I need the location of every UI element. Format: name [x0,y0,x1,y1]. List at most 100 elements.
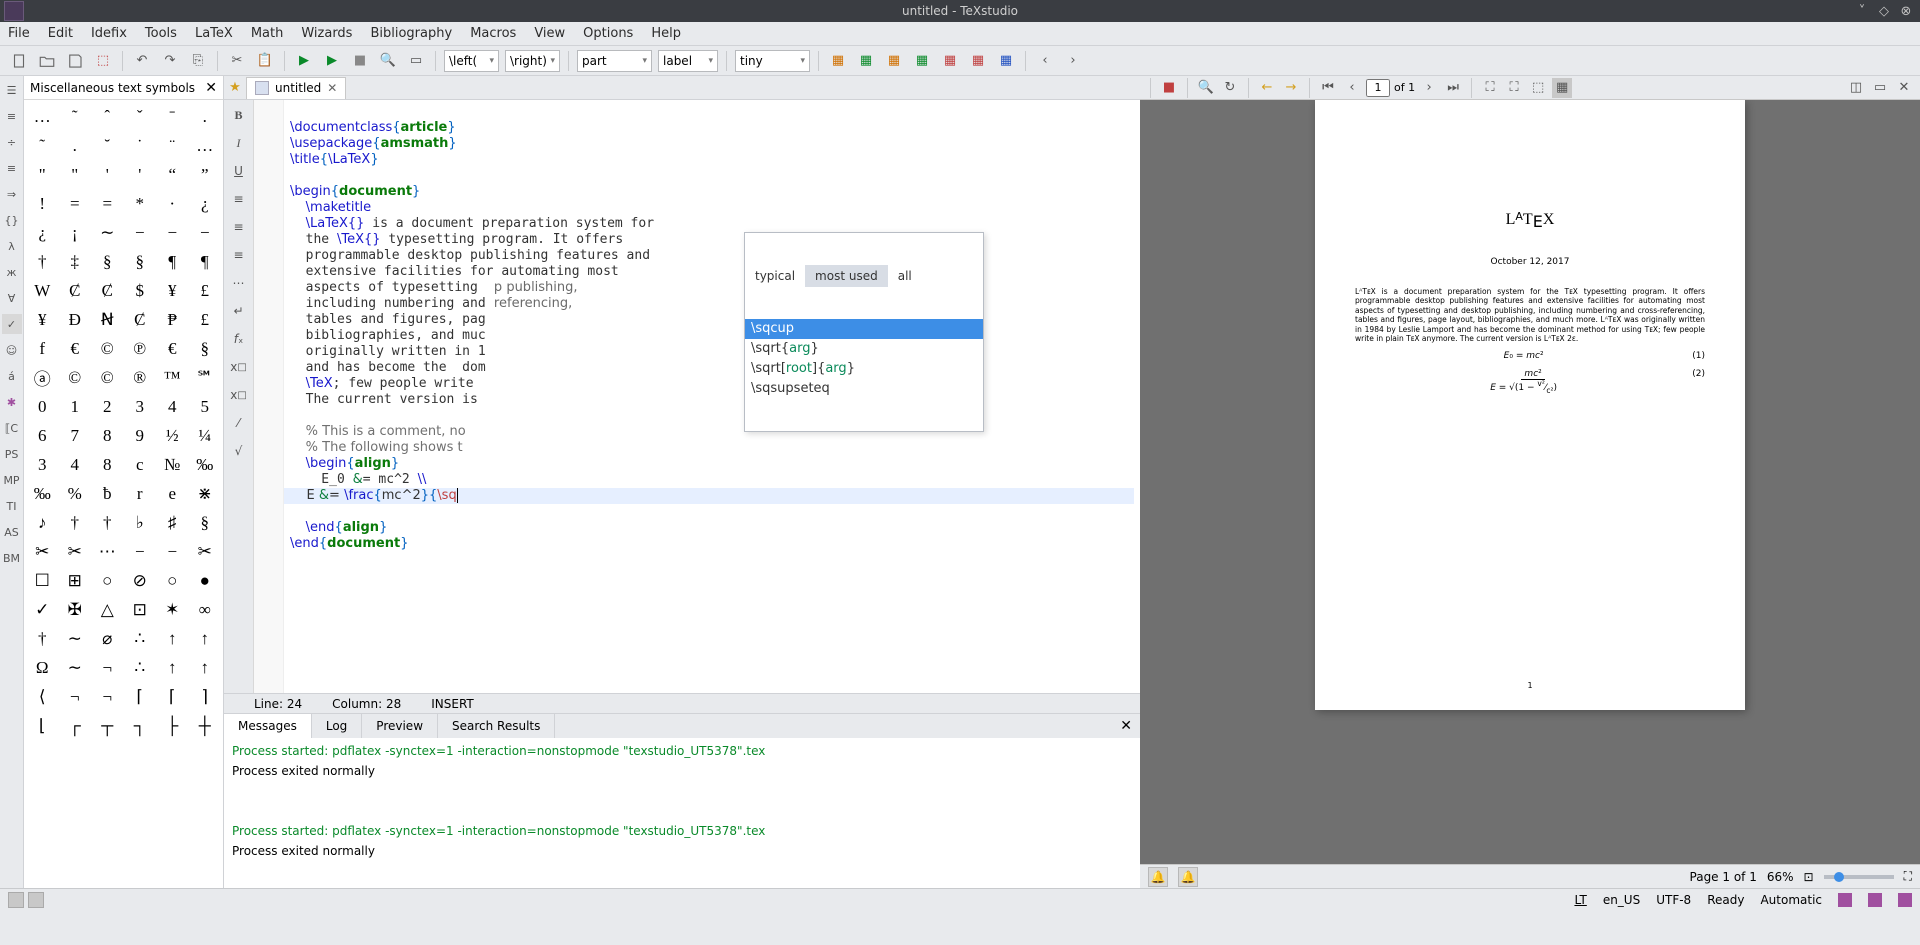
symbol-cell[interactable]: ¬ [91,653,124,682]
dock-mp-icon[interactable]: MP [2,470,22,490]
symbol-cell[interactable]: ⊞ [59,566,92,595]
symbol-cell[interactable]: ↑ [189,624,222,653]
pv-search-icon[interactable]: 🔍 [1196,78,1216,98]
symbol-cell[interactable]: … [189,131,222,160]
dock-structure-icon[interactable]: ≡ [2,106,22,126]
menu-file[interactable]: File [8,26,30,41]
ac-tab-mostused[interactable]: most used [805,265,888,287]
dock-smile-icon[interactable]: ☺ [2,340,22,360]
dock-div-icon[interactable]: ÷ [2,132,22,152]
nav-prev-icon[interactable]: ‹ [1034,50,1056,72]
sb-enc[interactable]: UTF-8 [1656,893,1691,907]
symbol-cell[interactable]: ⟨ [26,682,59,711]
symbol-cell[interactable]: © [91,363,124,392]
autocomplete-item[interactable]: \sqsupseteq [745,379,983,399]
sb-sq1-icon[interactable] [8,892,24,908]
symbol-cell[interactable]: ¶ [156,247,189,276]
symbol-cell[interactable]: ↑ [156,653,189,682]
paste-icon[interactable]: 📋 [254,50,276,72]
pv-fitp-icon[interactable]: ⛶ [1504,78,1524,98]
menu-latex[interactable]: LaTeX [195,26,233,41]
side-bold-icon[interactable]: B [228,104,250,126]
symbol-cell[interactable]: € [59,334,92,363]
sb-lang[interactable]: en_US [1603,893,1640,907]
side-align-c-icon[interactable]: ≡ [228,216,250,238]
pv-back-icon[interactable]: ← [1257,78,1277,98]
save-icon[interactable] [64,50,86,72]
symbol-cell[interactable]: 3 [124,392,157,421]
symbol-cell[interactable]: € [156,334,189,363]
dock-toc-icon[interactable]: ☰ [2,80,22,100]
menu-macros[interactable]: Macros [470,26,516,41]
symbol-cell[interactable]: 6 [26,421,59,450]
symbol-cell[interactable]: − [124,537,157,566]
symbol-cell[interactable]: 9 [124,421,157,450]
close-doc-icon[interactable]: ⬚ [92,50,114,72]
symbol-cell[interactable]: 4 [59,450,92,479]
pv-zoom-icon[interactable]: ⬚ [1528,78,1548,98]
bp-tab-messages[interactable]: Messages [224,714,312,738]
symbol-cell[interactable]: ⋇ [189,479,222,508]
symbol-cell[interactable]: ℗ [124,334,157,363]
symbol-cell[interactable]: ¥ [26,305,59,334]
symbol-cell[interactable]: ˘ [91,131,124,160]
symbol-cell[interactable]: Ω [26,653,59,682]
symbol-cell[interactable]: ® [124,363,157,392]
symbol-cell[interactable]: " [59,160,92,189]
section-combo[interactable]: part▾ [577,50,652,72]
symbol-cell[interactable]: ↑ [189,653,222,682]
side-sqrt-icon[interactable]: √ [228,440,250,462]
symbol-cell[interactable]: † [59,508,92,537]
symbol-cell[interactable]: ✶ [156,595,189,624]
symbol-cell[interactable]: ˇ [124,102,157,131]
close-icon[interactable]: ⊗ [1898,3,1914,19]
symbol-cell[interactable]: § [124,247,157,276]
symbol-cell[interactable]: Ȼ [59,276,92,305]
table-icon-3[interactable]: ▦ [883,50,905,72]
symbol-cell[interactable]: % [59,479,92,508]
symbol-cell[interactable]: 2 [91,392,124,421]
symbol-cell[interactable]: † [26,624,59,653]
sb-ic2-icon[interactable] [1868,893,1882,907]
pv-first-icon[interactable]: ⏮ [1318,78,1338,98]
pv-prev-icon[interactable]: ‹ [1342,78,1362,98]
symbol-cell[interactable]: f [26,334,59,363]
view-icon[interactable]: 🔍 [377,50,399,72]
stop-icon[interactable]: ■ [349,50,371,72]
symbol-cell[interactable]: ˜ [59,102,92,131]
symbol-cell[interactable]: ₱ [156,305,189,334]
symbol-cell[interactable]: † [26,247,59,276]
symbol-cell[interactable]: £ [189,305,222,334]
symbol-cell[interactable]: ○ [91,566,124,595]
dock-forall-icon[interactable]: ∀ [2,288,22,308]
symbol-cell[interactable]: ⋯ [91,537,124,566]
symbol-cell[interactable]: ┐ [124,711,157,740]
dock-ti-icon[interactable]: TI [2,496,22,516]
left-delim-combo[interactable]: \left(▾ [444,50,499,72]
bp-close-icon[interactable]: ✕ [1120,718,1132,734]
symbol-cell[interactable]: ! [26,189,59,218]
symbol-cell[interactable]: ˙ [124,131,157,160]
symbol-cell[interactable]: △ [91,595,124,624]
symbol-cell[interactable]: … [26,102,59,131]
ref-combo[interactable]: label▾ [658,50,718,72]
symbol-cell[interactable]: £ [189,276,222,305]
pv-ext-icon[interactable]: ▭ [1870,78,1890,98]
pv-bell2-icon[interactable]: 🔔 [1178,867,1198,887]
editor-tab[interactable]: untitled ✕ [246,77,346,99]
symbol-cell[interactable]: ⌊ [26,711,59,740]
maximize-icon[interactable]: ◇ [1876,3,1892,19]
symbol-cell[interactable]: ✠ [59,595,92,624]
symbol-cell[interactable]: ✂ [59,537,92,566]
symbol-cell[interactable]: Ꞥ [91,305,124,334]
table-icon-7[interactable]: ▦ [995,50,1017,72]
symbol-cell[interactable]: ¿ [189,189,222,218]
pv-zoomout-icon[interactable]: ⊡ [1804,870,1814,884]
menu-bibliography[interactable]: Bibliography [370,26,452,41]
dock-ps-icon[interactable]: PS [2,444,22,464]
right-delim-combo[interactable]: \right)▾ [505,50,560,72]
symbol-cell[interactable]: * [124,189,157,218]
symbol-cell[interactable]: Đ [59,305,92,334]
symbol-cell[interactable]: ƀ [91,479,124,508]
symbol-cell[interactable]: . [189,102,222,131]
